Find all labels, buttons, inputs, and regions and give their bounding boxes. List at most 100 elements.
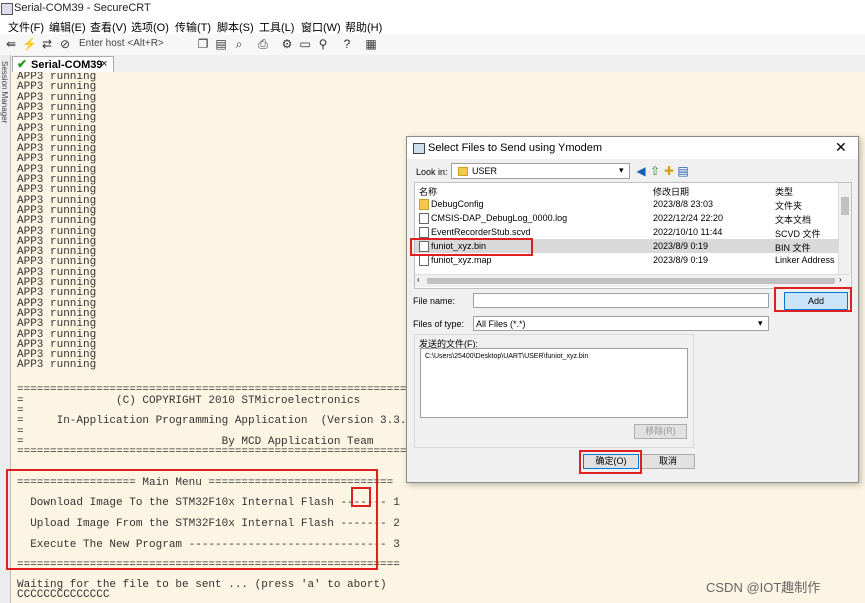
file-name: funiot_xyz.map <box>431 255 492 265</box>
ymodem-handshake-text: CCCCCCCCCCCCCC <box>17 589 110 601</box>
file-row[interactable]: DebugConfig 2023/8/8 23:03 文件夹 <box>415 197 838 211</box>
quick-connect-icon[interactable]: ⚡ <box>22 37 37 51</box>
running-line: APP3 running <box>17 112 97 125</box>
menu-window[interactable]: 窗口(W) <box>301 19 341 35</box>
file-list-vertical-scrollbar[interactable] <box>838 183 851 274</box>
look-in-value: USER <box>472 166 498 176</box>
file-list-horizontal-scrollbar[interactable]: ‹ › <box>415 274 850 287</box>
menu-script[interactable]: 脚本(S) <box>217 19 254 35</box>
sftp-icon[interactable]: ⚲ <box>316 37 330 51</box>
help-icon[interactable]: ? <box>340 37 354 51</box>
dialog-title: Select Files to Send using Ymodem <box>428 142 603 154</box>
document-icon <box>419 255 429 266</box>
running-line: APP3 running <box>17 328 97 341</box>
menu-bar: 文件(F) 编辑(E) 查看(V) 选项(O) 传输(T) 脚本(S) 工具(L… <box>0 17 865 34</box>
look-in-label: Look in: <box>416 167 448 177</box>
document-icon <box>419 213 429 224</box>
connected-check-icon: ✔ <box>17 57 28 71</box>
main-menu-highlight <box>6 469 378 570</box>
settings-icon[interactable]: ⚙ <box>280 37 294 51</box>
tab-bar: ✔ Serial-COM39 × <box>0 55 865 73</box>
file-name: CMSIS-DAP_DebugLog_0000.log <box>431 213 568 223</box>
disconnect-icon[interactable]: ⊘ <box>58 37 72 51</box>
host-input[interactable]: Enter host <Alt+R> <box>79 38 164 49</box>
window-title: Serial-COM39 - SecureCRT <box>14 2 151 14</box>
running-line: APP3 running <box>17 122 97 135</box>
chevron-down-icon: ▾ <box>758 318 763 328</box>
file-name-input[interactable] <box>473 293 769 308</box>
keymap-icon[interactable]: ▭ <box>298 37 312 51</box>
scroll-left-icon[interactable]: ‹ <box>417 275 420 284</box>
running-line: APP3 running <box>17 287 97 300</box>
files-of-type-label: Files of type: <box>413 319 465 329</box>
running-line: APP3 running <box>17 318 97 331</box>
title-bar: Serial-COM39 - SecureCRT <box>0 0 865 17</box>
banner-line: = (C) COPYRIGHT 2010 STMicroelectronics <box>17 395 361 407</box>
document-icon <box>419 227 429 238</box>
menu-transfer[interactable]: 传输(T) <box>175 19 211 35</box>
menu-help[interactable]: 帮助(H) <box>345 19 382 35</box>
remove-button[interactable]: 移除(R) <box>634 424 687 439</box>
file-list-header: 名称 修改日期 类型 <box>415 183 838 197</box>
option-1-highlight <box>351 487 371 507</box>
copy-icon[interactable]: ❐ <box>196 37 210 51</box>
file-date: 2022/10/10 11:44 <box>653 227 723 237</box>
banner-line: = In-Application Programming Application… <box>17 415 420 427</box>
toolbar: ⇚ ⚡ ⇄ ⊘ Enter host <Alt+R> ❐ ▤ ⌕ ⎙ ⚙ ▭ ⚲… <box>0 34 865 56</box>
banner-line: ========================================… <box>17 384 440 396</box>
file-row[interactable]: EventRecorderStub.scvd 2022/10/10 11:44 … <box>415 225 838 239</box>
banner-line: ========================================… <box>17 446 440 458</box>
dialog-title-bar: Select Files to Send using Ymodem ✕ <box>407 137 858 159</box>
scroll-right-icon[interactable]: › <box>839 275 842 284</box>
file-type: Linker Address <box>775 255 835 265</box>
app-icon <box>1 3 13 15</box>
files-of-type-select[interactable]: All Files (*.*) ▾ <box>473 316 769 331</box>
menu-view[interactable]: 查看(V) <box>90 19 127 35</box>
new-folder-icon[interactable]: ✚ <box>662 164 676 178</box>
look-in-select[interactable]: USER ▾ <box>451 163 630 179</box>
tab-serial-com39[interactable]: ✔ Serial-COM39 × <box>12 56 114 73</box>
back-icon[interactable]: ◀ <box>634 164 648 178</box>
send-file-list[interactable]: C:\Users\25400\Desktop\UART\USER\funiot_… <box>420 348 688 418</box>
find-icon[interactable]: ⌕ <box>232 37 246 51</box>
print-icon[interactable]: ⎙ <box>256 37 270 51</box>
running-line: APP3 running <box>17 256 97 269</box>
scroll-thumb[interactable] <box>427 278 835 284</box>
menu-edit[interactable]: 编辑(E) <box>49 19 86 35</box>
reconnect-icon[interactable]: ⇄ <box>40 37 54 51</box>
dialog-close-icon[interactable]: ✕ <box>835 139 847 156</box>
selected-file-highlight <box>410 238 533 256</box>
session-manager-label: Session Manager <box>0 61 9 124</box>
map-icon[interactable]: ▦ <box>364 37 378 51</box>
folder-icon <box>458 167 468 176</box>
cancel-button[interactable]: 取消 <box>641 454 695 469</box>
file-date: 2023/8/9 0:19 <box>653 255 709 265</box>
dialog-icon <box>413 143 425 154</box>
file-date: 2022/12/24 22:20 <box>653 213 724 223</box>
file-list[interactable]: 名称 修改日期 类型 DebugConfig 2023/8/8 23:03 文件… <box>414 182 852 289</box>
running-line: APP3 running <box>17 359 97 372</box>
tab-close-icon[interactable]: × <box>101 58 107 70</box>
watermark: CSDN @IOT趣制作 <box>706 580 821 595</box>
file-name: DebugConfig <box>431 199 484 209</box>
tab-label: Serial-COM39 <box>31 59 103 71</box>
add-button-highlight <box>774 287 852 312</box>
send-file-item[interactable]: C:\Users\25400\Desktop\UART\USER\funiot_… <box>425 353 588 360</box>
menu-tools[interactable]: 工具(L) <box>259 19 294 35</box>
connect-icon[interactable]: ⇚ <box>4 37 18 51</box>
chevron-down-icon: ▾ <box>619 165 624 175</box>
menu-options[interactable]: 选项(O) <box>131 19 169 35</box>
running-line: APP3 running <box>17 81 97 94</box>
file-name-label: File name: <box>413 296 456 306</box>
menu-file[interactable]: 文件(F) <box>8 19 44 35</box>
running-line: APP3 running <box>17 225 97 238</box>
running-line: APP3 running <box>17 215 97 228</box>
file-date: 2023/8/9 0:19 <box>653 241 709 251</box>
running-line: APP3 running <box>17 184 97 197</box>
folder-icon <box>419 199 429 210</box>
view-menu-icon[interactable]: ▤ <box>676 164 690 178</box>
paste-icon[interactable]: ▤ <box>214 37 228 51</box>
up-folder-icon[interactable]: ⇧ <box>648 164 662 178</box>
scroll-thumb[interactable] <box>841 197 849 215</box>
file-row[interactable]: CMSIS-DAP_DebugLog_0000.log 2022/12/24 2… <box>415 211 838 225</box>
